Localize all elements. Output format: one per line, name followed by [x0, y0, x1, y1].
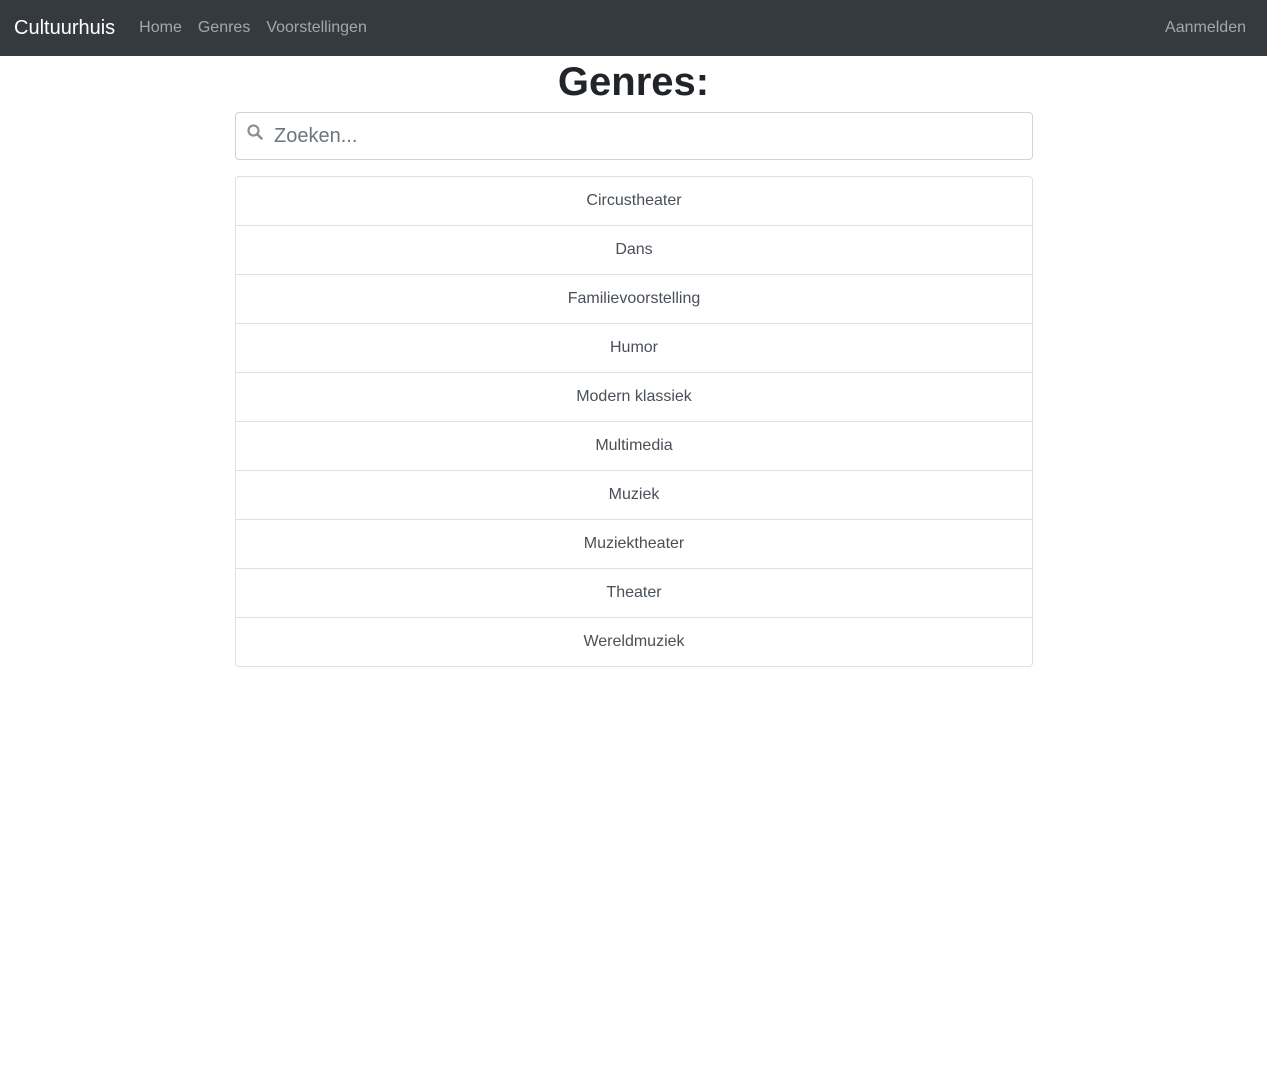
genre-list: Circustheater Dans Familievoorstelling H… [235, 176, 1033, 667]
genre-item[interactable]: Muziektheater [236, 520, 1032, 569]
genre-item[interactable]: Theater [236, 569, 1032, 618]
genre-item[interactable]: Dans [236, 226, 1032, 275]
genre-item[interactable]: Muziek [236, 471, 1032, 520]
genre-item[interactable]: Circustheater [236, 177, 1032, 226]
search-box [235, 112, 1033, 160]
search-input[interactable] [262, 113, 1028, 159]
genre-item[interactable]: Familievoorstelling [236, 275, 1032, 324]
nav-link-voorstellingen[interactable]: Voorstellingen [258, 0, 375, 56]
nav-links: Home Genres Voorstellingen [131, 0, 375, 56]
navbar: Cultuurhuis Home Genres Voorstellingen A… [0, 0, 1267, 56]
genre-item[interactable]: Modern klassiek [236, 373, 1032, 422]
brand-link[interactable]: Cultuurhuis [14, 0, 115, 56]
login-link[interactable]: Aanmelden [1165, 0, 1253, 56]
genre-item[interactable]: Wereldmuziek [236, 618, 1032, 666]
search-icon [247, 124, 263, 140]
page-title: Genres: [557, 60, 710, 104]
genre-item[interactable]: Humor [236, 324, 1032, 373]
nav-link-home[interactable]: Home [131, 0, 190, 56]
nav-link-genres[interactable]: Genres [190, 0, 258, 56]
genre-item[interactable]: Multimedia [236, 422, 1032, 471]
